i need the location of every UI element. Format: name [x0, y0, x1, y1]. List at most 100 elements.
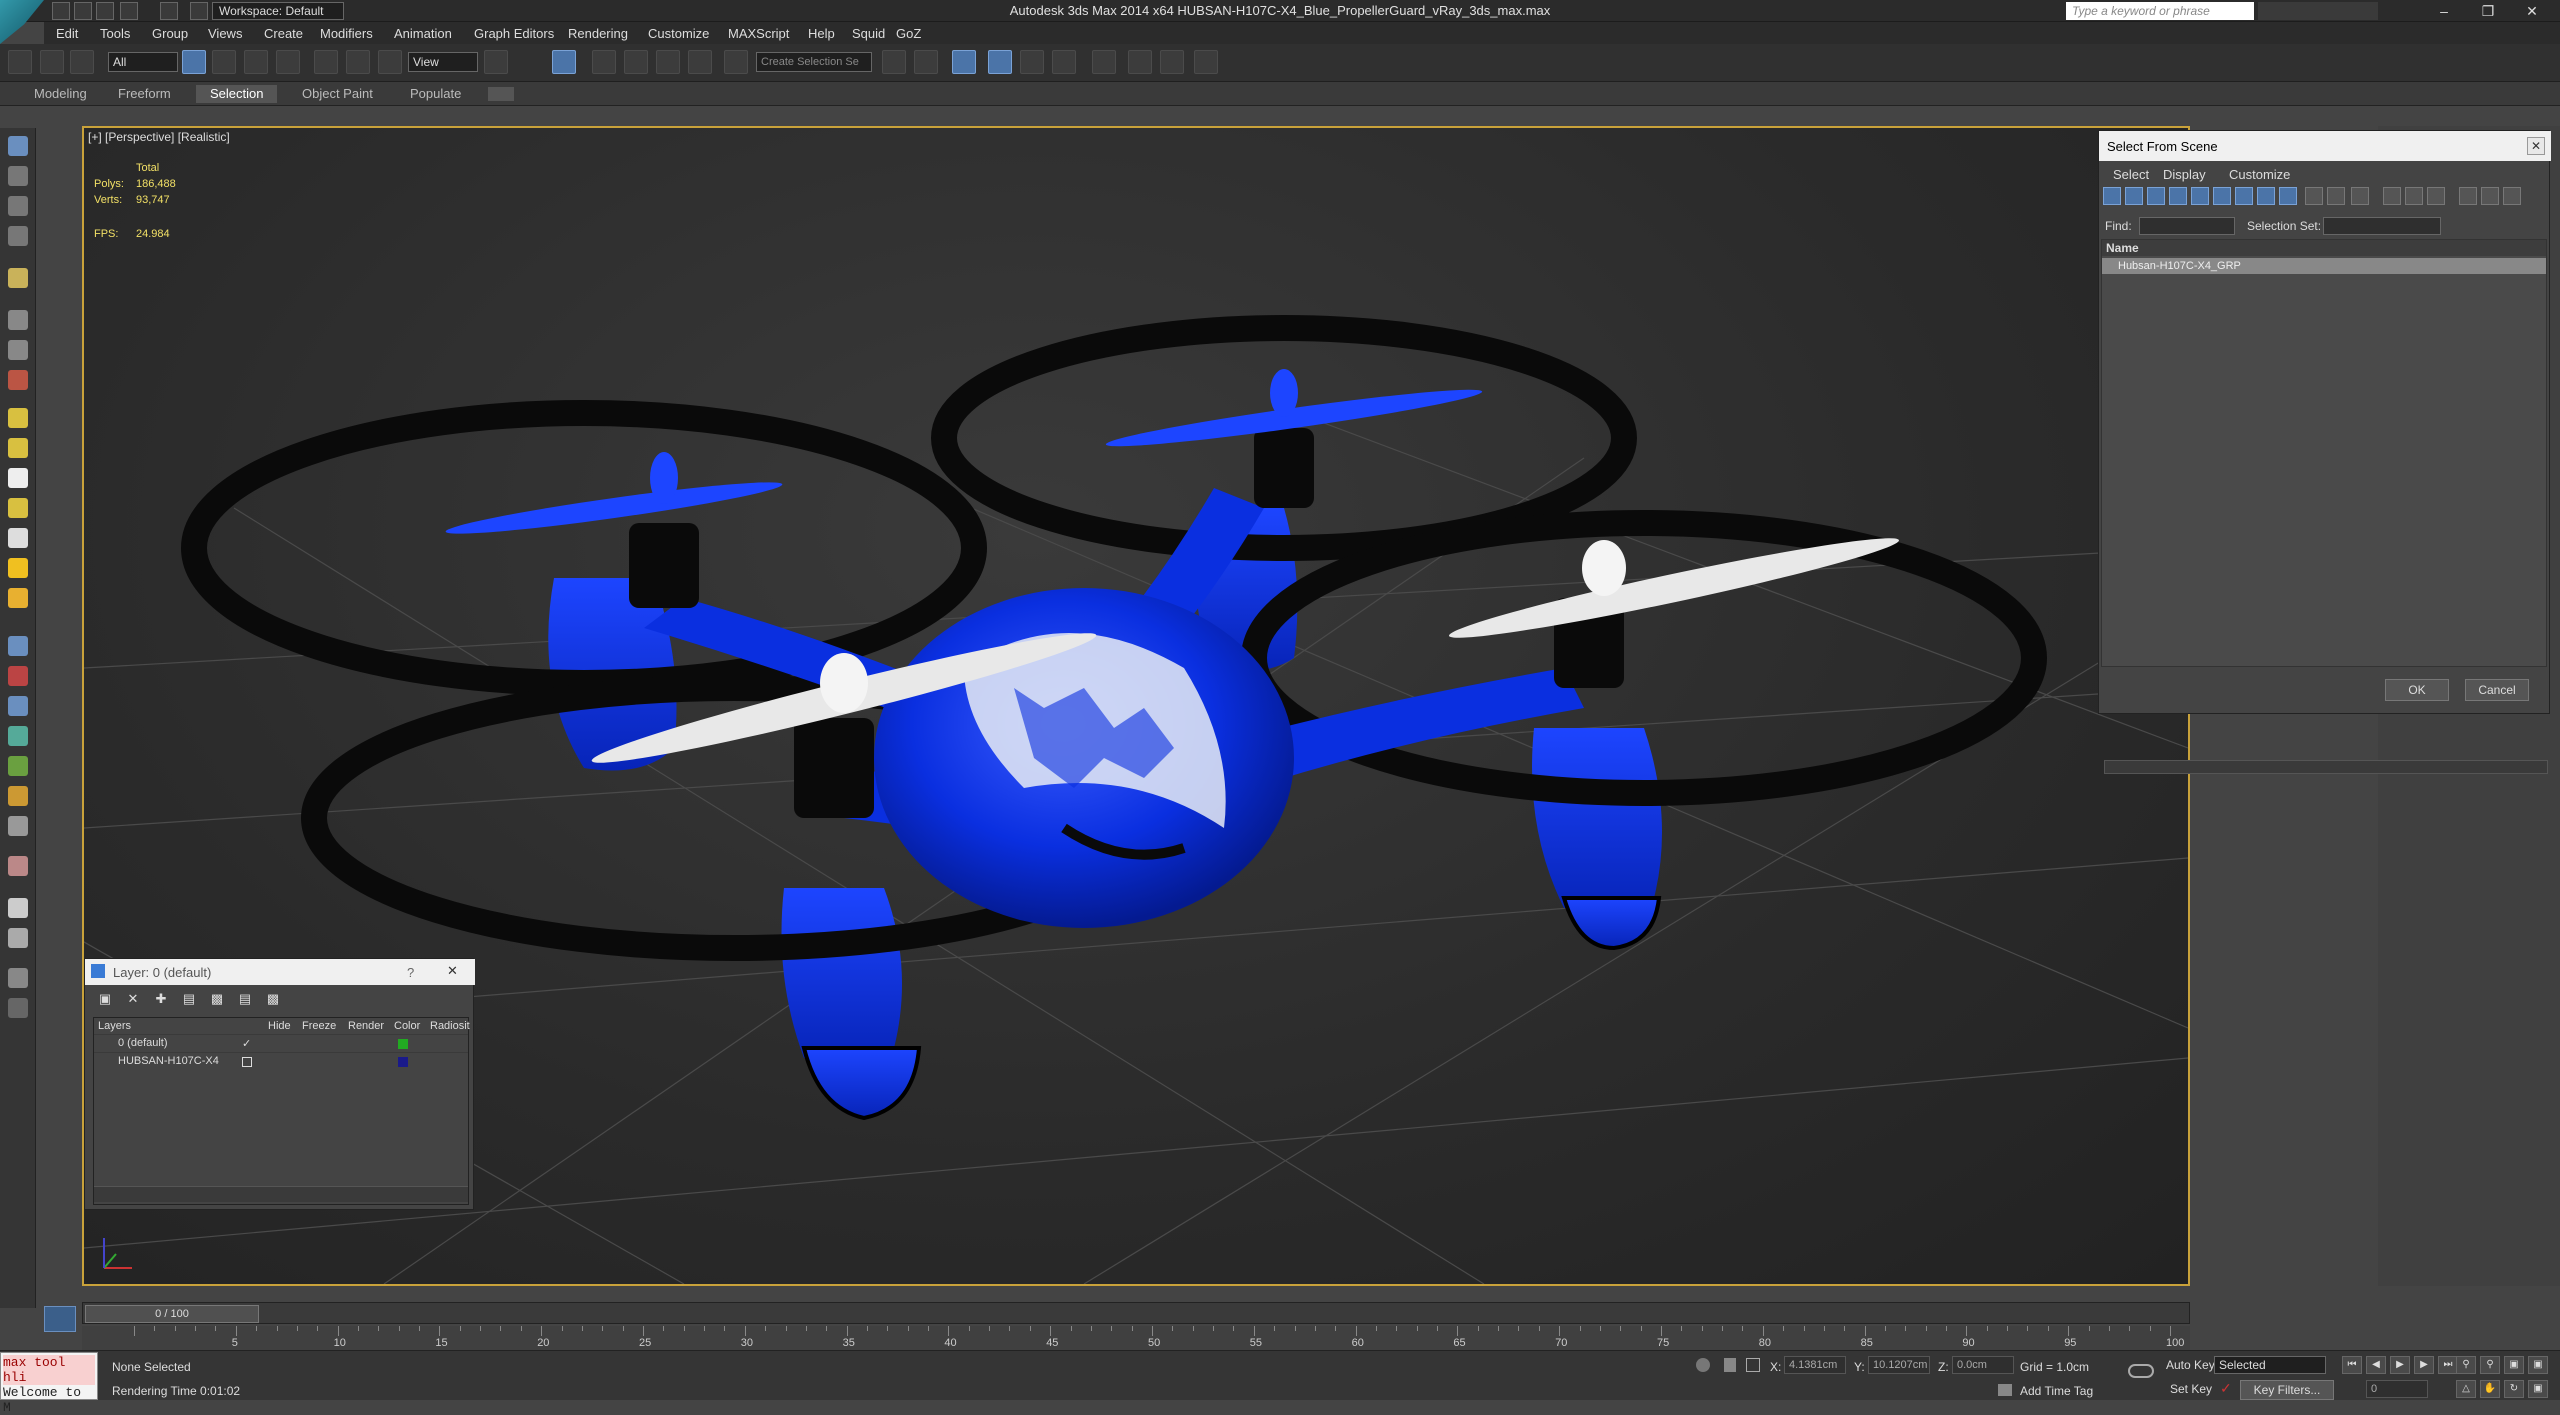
y-coordinate-input[interactable]: 10.1207cm: [1868, 1356, 1930, 1374]
help-circle-icon[interactable]: [8, 998, 28, 1018]
zoom-all-icon[interactable]: ⚲: [2480, 1356, 2500, 1374]
layer-row[interactable]: HUBSAN-H107C-X4: [94, 1052, 468, 1070]
menu-edit[interactable]: Edit: [56, 26, 78, 41]
mirror-icon[interactable]: [882, 50, 906, 74]
display-none-icon[interactable]: [2327, 187, 2345, 205]
selection-filter-select[interactable]: All: [108, 52, 178, 72]
display-geometry-icon[interactable]: [2103, 187, 2121, 205]
field-of-view-icon[interactable]: △: [2456, 1380, 2476, 1398]
hide-all-icon[interactable]: ▤: [235, 991, 255, 1009]
menu-customize[interactable]: Customize: [648, 26, 709, 41]
align-icon[interactable]: [914, 50, 938, 74]
selection-set-select[interactable]: [2323, 217, 2441, 235]
help-button[interactable]: ?: [407, 965, 414, 980]
viewport-label[interactable]: [+] [Perspective] [Realistic]: [88, 130, 230, 144]
select-invert-icon[interactable]: [2427, 187, 2445, 205]
list-item[interactable]: Hubsan-H107C-X4_GRP: [2102, 258, 2546, 274]
select-none-icon[interactable]: [2405, 187, 2423, 205]
col-freeze[interactable]: Freeze: [302, 1020, 336, 1032]
angle-snap-icon[interactable]: [624, 50, 648, 74]
freeze-all-icon[interactable]: ▩: [263, 991, 283, 1009]
previous-frame-icon[interactable]: ◀: [2366, 1356, 2386, 1374]
menu-animation[interactable]: Animation: [394, 26, 452, 41]
ok-button[interactable]: OK: [2385, 679, 2449, 701]
bind-space-warp-icon[interactable]: [70, 50, 94, 74]
redo-icon[interactable]: [160, 2, 178, 20]
create-layer-icon[interactable]: ▣: [95, 991, 115, 1009]
sfs-menu-customize[interactable]: Customize: [2229, 167, 2290, 182]
key-filters-button[interactable]: Key Filters...: [2240, 1380, 2334, 1400]
ribbon-options-icon[interactable]: [488, 87, 514, 101]
schematic-view-icon[interactable]: [1052, 50, 1076, 74]
hair-icon[interactable]: [8, 786, 28, 806]
add-time-tag-button[interactable]: Add Time Tag: [2020, 1384, 2093, 1398]
vray-fur-icon[interactable]: [8, 928, 28, 948]
compound-icon[interactable]: [8, 696, 28, 716]
snaps-toggle-icon[interactable]: [592, 50, 616, 74]
hierarchy-panel-icon[interactable]: [8, 226, 28, 246]
add-to-layer-icon[interactable]: ✚: [151, 991, 171, 1009]
helper-icon[interactable]: [8, 310, 28, 330]
col-layers[interactable]: Layers: [98, 1020, 131, 1032]
mini-curve-editor-icon[interactable]: [44, 1306, 76, 1332]
sun-light-icon[interactable]: [8, 558, 28, 578]
go-to-start-icon[interactable]: ⏮: [2342, 1356, 2362, 1374]
plant-icon[interactable]: [8, 756, 28, 776]
named-selection-set-input[interactable]: Create Selection Se: [756, 52, 872, 72]
percent-snap-icon[interactable]: [656, 50, 680, 74]
layer-name[interactable]: HUBSAN-H107C-X4: [118, 1055, 219, 1067]
spinner-snap-icon[interactable]: [688, 50, 712, 74]
time-slider-track[interactable]: 0 / 100: [82, 1302, 2190, 1324]
lock-selection-icon[interactable]: [1724, 1358, 1736, 1372]
menu-create[interactable]: Create: [264, 26, 303, 41]
display-xrefs-icon[interactable]: [2257, 187, 2275, 205]
space-warp-icon[interactable]: [8, 340, 28, 360]
pan-icon[interactable]: ✋: [2480, 1380, 2500, 1398]
x-coordinate-input[interactable]: 4.1381cm: [1784, 1356, 1846, 1374]
menu-goz[interactable]: GoZ: [896, 26, 921, 41]
sfs-menu-display[interactable]: Display: [2163, 167, 2206, 182]
tab-selection[interactable]: Selection: [196, 85, 278, 103]
set-key-button[interactable]: Set Key: [2170, 1382, 2212, 1396]
tab-freeform[interactable]: Freeform: [104, 85, 185, 103]
vray-sphere-icon[interactable]: [8, 898, 28, 918]
sfs-menu-select[interactable]: Select: [2113, 167, 2149, 182]
close-icon[interactable]: ✕: [2510, 0, 2554, 22]
mr-proxy-icon[interactable]: [8, 856, 28, 876]
window-crossing-icon[interactable]: [276, 50, 300, 74]
next-frame-icon[interactable]: ▶: [2414, 1356, 2434, 1374]
display-helpers-icon[interactable]: [2191, 187, 2209, 205]
scene-object-list[interactable]: Name Hubsan-H107C-X4_GRP: [2101, 239, 2548, 774]
render-production-icon[interactable]: [1194, 50, 1218, 74]
rectangle-selection-icon[interactable]: [244, 50, 268, 74]
isolate-selection-icon[interactable]: [1696, 1358, 1710, 1372]
maxscript-listener-mini[interactable]: max tool hli Welcome to M: [0, 1352, 98, 1415]
tab-modeling[interactable]: Modeling: [20, 85, 101, 103]
close-icon[interactable]: ✕: [2527, 137, 2545, 155]
cylinder-icon[interactable]: [8, 468, 28, 488]
modify-panel-icon[interactable]: [8, 196, 28, 216]
material-editor-icon[interactable]: [1092, 50, 1116, 74]
layer-row[interactable]: 0 (default) ✓: [94, 1034, 468, 1052]
find-input[interactable]: [2139, 217, 2235, 235]
layer-color-swatch[interactable]: [398, 1057, 408, 1067]
invert-display-icon[interactable]: [2351, 187, 2369, 205]
open-file-icon[interactable]: [74, 2, 92, 20]
filter-icon[interactable]: [2459, 187, 2477, 205]
current-layer-check-icon[interactable]: ✓: [242, 1037, 251, 1050]
particle-icon[interactable]: [8, 636, 28, 656]
light-icon[interactable]: [8, 268, 28, 288]
name-column-header[interactable]: Name: [2102, 240, 2546, 256]
edit-named-selection-icon[interactable]: [724, 50, 748, 74]
create-panel-icon[interactable]: [8, 166, 28, 186]
minimize-icon[interactable]: –: [2422, 0, 2466, 22]
time-tag-icon[interactable]: [1998, 1384, 2012, 1396]
render-setup-icon[interactable]: [1128, 50, 1152, 74]
box-icon[interactable]: [8, 408, 28, 428]
display-groups-icon[interactable]: [2235, 187, 2253, 205]
z-coordinate-input[interactable]: 0.0cm: [1952, 1356, 2014, 1374]
torus-icon[interactable]: [8, 498, 28, 518]
project-folder-icon[interactable]: [190, 2, 208, 20]
menu-group[interactable]: Group: [152, 26, 188, 41]
sphere-icon[interactable]: [8, 438, 28, 458]
